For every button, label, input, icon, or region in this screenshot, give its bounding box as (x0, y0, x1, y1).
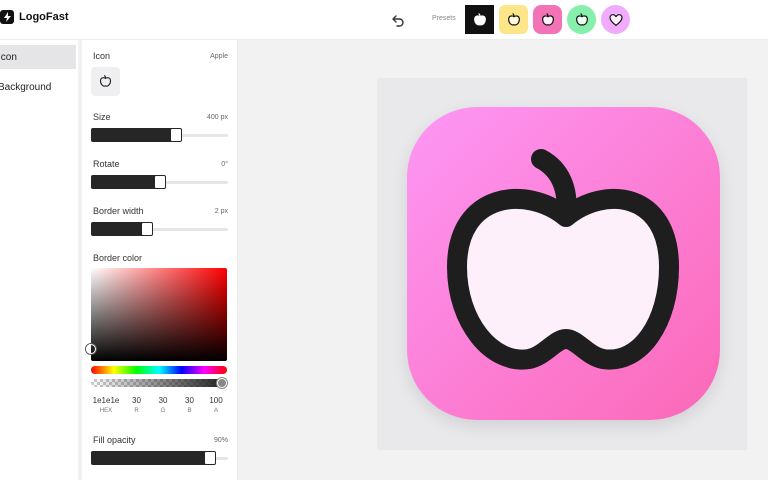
apple-icon (99, 75, 112, 87)
apple-icon (575, 12, 588, 26)
nav-item-label: Background (0, 81, 52, 93)
rotate-label: Rotate (93, 159, 120, 169)
nav-item-icon[interactable]: Icon (0, 45, 76, 69)
size-label: Size (93, 112, 111, 122)
size-row: Size 400 px (93, 112, 228, 122)
color-saturation-picker[interactable] (86, 268, 227, 361)
border-width-label: Border width (93, 206, 144, 216)
a-field: A (205, 396, 227, 414)
app-logo[interactable]: LogoFast (0, 10, 69, 24)
border-width-slider[interactable] (91, 222, 228, 236)
preset-yellow[interactable] (499, 5, 528, 34)
settings-panel: Icon Apple Size 400 px Rotate 0° Border … (82, 40, 238, 480)
rotate-value: 0° (221, 160, 228, 168)
r-label: R (134, 408, 139, 414)
preset-pink[interactable] (533, 5, 562, 34)
a-input[interactable] (205, 396, 227, 405)
slider-thumb[interactable] (141, 222, 153, 236)
nav-item-label: Icon (0, 51, 17, 63)
border-width-value: 2 px (214, 207, 228, 215)
heart-icon (608, 13, 623, 26)
icon-picker-button[interactable] (91, 67, 120, 96)
preset-violet[interactable] (601, 5, 630, 34)
icon-row: Icon Apple (93, 51, 228, 61)
fill-opacity-row: Fill opacity 90% (93, 435, 228, 445)
r-input[interactable] (125, 396, 148, 405)
rotate-slider[interactable] (91, 175, 228, 189)
slider-fill (91, 222, 147, 236)
color-picker-handle[interactable] (86, 344, 96, 354)
icon-value: Apple (210, 52, 228, 60)
top-bar: LogoFast Presets (0, 0, 768, 40)
hex-label: HEX (99, 408, 113, 414)
border-color-row: Border color (93, 253, 228, 263)
preset-black[interactable] (465, 5, 494, 34)
g-input[interactable] (152, 396, 174, 405)
apple-icon (541, 12, 554, 26)
hex-field: HEX (91, 396, 121, 414)
icon-label: Icon (93, 51, 111, 61)
slider-thumb[interactable] (170, 128, 182, 142)
hex-input[interactable] (91, 396, 121, 405)
border-width-row: Border width 2 px (93, 206, 228, 216)
apple-icon (507, 12, 520, 26)
slider-fill (91, 128, 176, 142)
presets-label: Presets (432, 15, 456, 22)
undo-icon (392, 15, 404, 27)
color-fields: HEX R G B A (91, 396, 227, 414)
fill-opacity-slider[interactable] (91, 451, 228, 465)
slider-fill (91, 175, 160, 189)
g-field: G (152, 396, 174, 414)
alpha-thumb[interactable] (217, 378, 227, 388)
hue-slider[interactable] (91, 366, 227, 374)
app-name: LogoFast (19, 11, 69, 23)
g-label: G (160, 408, 166, 414)
fill-opacity-label: Fill opacity (93, 435, 136, 445)
bolt-icon (0, 10, 14, 24)
rotate-row: Rotate 0° (93, 159, 228, 169)
b-input[interactable] (178, 396, 201, 405)
slider-thumb[interactable] (154, 175, 166, 189)
a-label: A (213, 408, 218, 414)
b-label: B (187, 408, 192, 414)
size-value: 400 px (206, 113, 228, 121)
undo-button[interactable] (388, 10, 408, 30)
apple-icon (473, 12, 486, 25)
b-field: B (178, 396, 201, 414)
r-field: R (125, 396, 148, 414)
slider-thumb[interactable] (204, 451, 216, 465)
size-slider[interactable] (91, 128, 228, 142)
slider-fill (91, 451, 210, 465)
nav-item-background[interactable]: Background (0, 75, 76, 99)
border-color-label: Border color (93, 253, 143, 263)
preset-green[interactable] (567, 5, 596, 34)
fill-opacity-value: 90% (213, 436, 228, 444)
left-nav: Icon Background (0, 40, 78, 480)
alpha-slider[interactable] (91, 378, 227, 388)
apple-icon (447, 149, 679, 370)
icon-preview (407, 107, 720, 420)
